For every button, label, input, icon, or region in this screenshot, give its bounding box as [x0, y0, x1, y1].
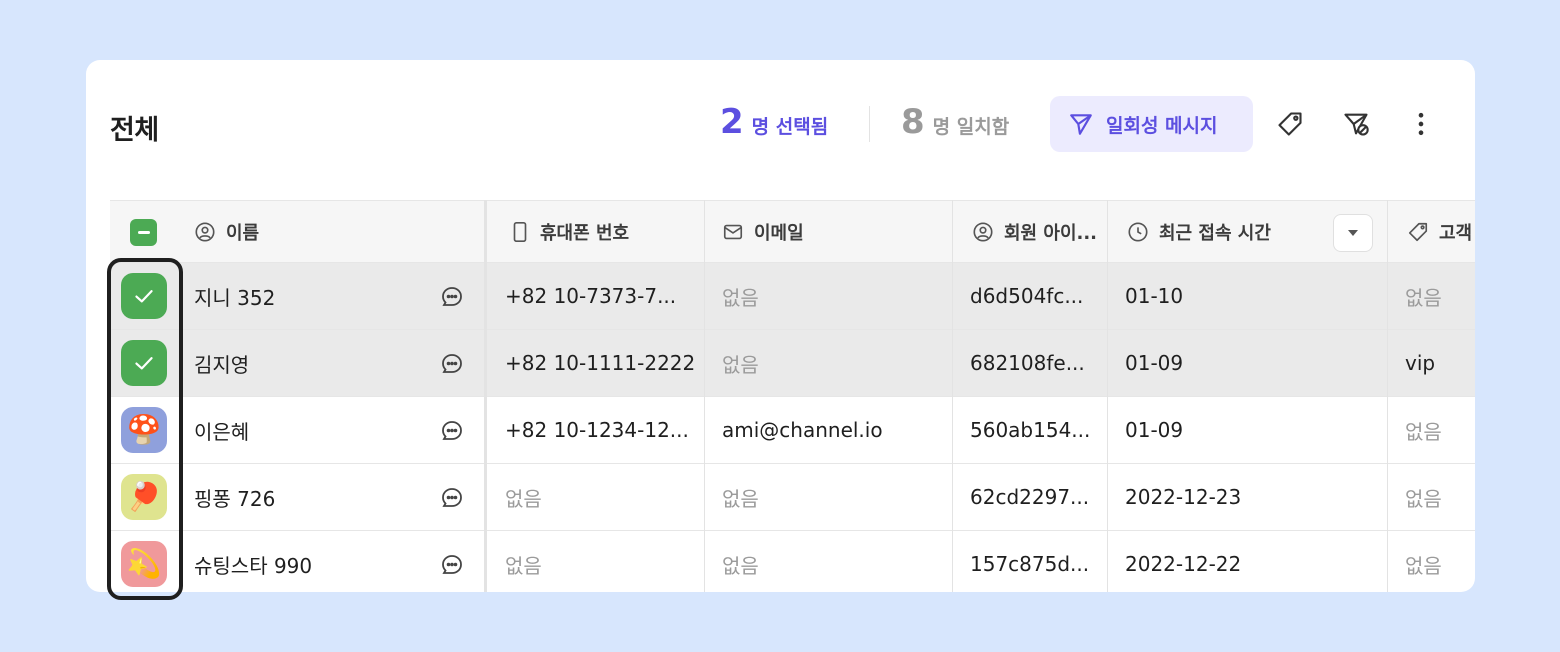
- table-row[interactable]: 🍄 이은혜 +82 10-1234-12... ami@channel.io 5…: [110, 397, 1475, 464]
- cell-last-seen: 2022-12-23: [1125, 485, 1242, 509]
- column-label-phone: 휴대폰 번호: [540, 223, 630, 244]
- table-header: 이름 휴대폰 번호 이메일 회원 아이... 최근 접속 시간 고객: [110, 200, 1475, 263]
- phone-icon: [513, 222, 527, 242]
- cell-phone: +82 10-7373-7...: [505, 284, 677, 308]
- column-divider: [952, 200, 953, 592]
- caret-down-icon: [1348, 230, 1358, 236]
- cell-phone: 없음: [505, 553, 542, 578]
- send-filter-icon: [1344, 113, 1369, 136]
- avatar[interactable]: 💫: [121, 541, 167, 587]
- selected-count-number: 2: [720, 102, 744, 142]
- users-card: 전체 2 명 선택됨 8 명 일치함 일회성 메시지 이름 휴대폰 번호 이메일…: [86, 60, 1475, 592]
- cell-tag: 없음: [1405, 553, 1442, 578]
- matched-count: 8 명 일치함: [901, 104, 1009, 140]
- column-header-tag[interactable]: 고객: [1407, 201, 1472, 263]
- cell-email: 없음: [722, 352, 759, 377]
- column-divider: [704, 200, 705, 592]
- chat-icon[interactable]: [440, 419, 464, 443]
- column-divider: [484, 200, 487, 592]
- matched-count-label: 명 일치함: [932, 116, 1010, 138]
- cell-phone: +82 10-1111-2222: [505, 351, 696, 375]
- matched-count-number: 8: [901, 102, 925, 142]
- cell-tag: 없음: [1405, 486, 1442, 511]
- row-checkbox-checked[interactable]: [121, 340, 167, 386]
- table-row[interactable]: 지니 352 +82 10-7373-7... 없음 d6d504fc... 0…: [110, 263, 1475, 330]
- user-circle-icon: [973, 222, 993, 242]
- column-header-name[interactable]: 이름: [194, 201, 259, 263]
- cell-member-id: 62cd2297...: [970, 485, 1090, 509]
- shooting-star-avatar-icon: 💫: [126, 547, 162, 580]
- column-header-member-id[interactable]: 회원 아이...: [972, 201, 1097, 263]
- cell-tag: vip: [1405, 351, 1436, 375]
- cell-last-seen: 2022-12-22: [1125, 552, 1242, 576]
- one-time-message-label: 일회성 메시지: [1106, 114, 1218, 137]
- tag-icon: [1408, 222, 1428, 242]
- mushroom-avatar-icon: 🍄: [126, 413, 162, 446]
- selected-count-label: 명 선택됨: [751, 116, 829, 138]
- column-header-email[interactable]: 이메일: [722, 201, 804, 263]
- cell-phone: 없음: [505, 486, 542, 511]
- cell-phone: +82 10-1234-12...: [505, 418, 689, 442]
- more-button[interactable]: [1401, 104, 1441, 144]
- cell-email: 없음: [722, 285, 759, 310]
- header-divider: [869, 106, 870, 142]
- cell-email: ami@channel.io: [722, 418, 883, 442]
- column-header-last-seen[interactable]: 최근 접속 시간: [1127, 201, 1271, 263]
- check-icon: [135, 357, 153, 370]
- cell-last-seen: 01-09: [1125, 351, 1184, 375]
- column-header-phone[interactable]: 휴대폰 번호: [510, 201, 629, 263]
- sort-dropdown-button[interactable]: [1333, 214, 1373, 252]
- table-row[interactable]: 김지영 +82 10-1111-2222 없음 682108fe... 01-0…: [110, 330, 1475, 397]
- check-icon: [135, 290, 153, 303]
- chat-icon[interactable]: [440, 285, 464, 309]
- column-label-last-seen: 최근 접속 시간: [1159, 223, 1271, 244]
- column-divider: [1107, 200, 1108, 592]
- chat-icon[interactable]: [440, 553, 464, 577]
- cell-name: 지니 352: [194, 285, 276, 310]
- cell-member-id: 560ab154...: [970, 418, 1091, 442]
- page-title: 전체: [110, 115, 159, 146]
- paper-plane-icon: [1070, 114, 1092, 135]
- one-time-message-button[interactable]: 일회성 메시지: [1050, 96, 1253, 152]
- cell-name: 이은혜: [194, 419, 250, 444]
- user-circle-icon: [195, 222, 215, 242]
- selected-count: 2 명 선택됨: [720, 104, 828, 140]
- row-checkbox-checked[interactable]: [121, 273, 167, 319]
- column-divider: [1387, 200, 1388, 592]
- tag-button[interactable]: [1270, 104, 1310, 144]
- column-label-tag: 고객: [1439, 223, 1473, 244]
- avatar[interactable]: 🍄: [121, 407, 167, 453]
- avatar[interactable]: 🏓: [121, 474, 167, 520]
- cell-email: 없음: [722, 486, 759, 511]
- cell-tag: 없음: [1405, 285, 1442, 310]
- more-vertical-icon: [1418, 112, 1424, 136]
- send-filter-button[interactable]: [1336, 104, 1376, 144]
- cell-name: 김지영: [194, 352, 250, 377]
- cell-member-id: 157c875d...: [970, 552, 1090, 576]
- mail-icon: [723, 224, 743, 240]
- cell-last-seen: 01-10: [1125, 284, 1184, 308]
- cell-last-seen: 01-09: [1125, 418, 1184, 442]
- table-row[interactable]: 💫 슈팅스타 990 없음 없음 157c875d... 2022-12-22 …: [110, 531, 1475, 592]
- clock-icon: [1128, 222, 1148, 242]
- cell-name: 슈팅스타 990: [194, 553, 313, 578]
- tag-icon: [1278, 112, 1302, 136]
- column-label-name: 이름: [226, 223, 260, 244]
- ping-pong-avatar-icon: 🏓: [126, 480, 162, 513]
- cell-member-id: d6d504fc...: [970, 284, 1084, 308]
- table-row[interactable]: 🏓 핑퐁 726 없음 없음 62cd2297... 2022-12-23 없음: [110, 464, 1475, 531]
- column-label-email: 이메일: [754, 223, 804, 244]
- chat-icon[interactable]: [440, 352, 464, 376]
- column-label-member-id: 회원 아이...: [1004, 223, 1098, 244]
- cell-member-id: 682108fe...: [970, 351, 1085, 375]
- chat-icon[interactable]: [440, 486, 464, 510]
- cell-tag: 없음: [1405, 419, 1442, 444]
- cell-name: 핑퐁 726: [194, 486, 276, 511]
- cell-email: 없음: [722, 553, 759, 578]
- select-all-checkbox[interactable]: [130, 219, 157, 246]
- users-table: 이름 휴대폰 번호 이메일 회원 아이... 최근 접속 시간 고객 지니 35…: [110, 200, 1475, 592]
